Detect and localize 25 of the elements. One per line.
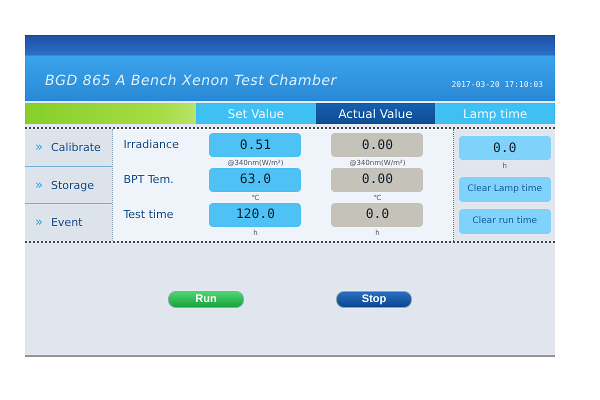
clear-button[interactable]: Clear run time	[458, 208, 551, 234]
actual-value-field: 0.00	[331, 168, 424, 192]
window-title: BGD 865 A Bench Xenon Test Chamber	[45, 73, 337, 89]
chevron-icon: »	[35, 140, 43, 155]
date-time: 2017-03-20 17:10:03	[451, 80, 543, 89]
parameter-label: Test time	[122, 206, 174, 221]
parameter-label: BPT Tem.	[122, 172, 175, 186]
clear-button[interactable]: Clear Lamp time	[458, 176, 551, 202]
actual-value-field: 0.00	[331, 133, 424, 158]
sidebar-item[interactable]: » Event	[25, 203, 112, 242]
set-value-field[interactable]: 0.51	[209, 133, 302, 158]
sidebar-label: Event	[50, 216, 82, 230]
stop-button[interactable]: Stop	[336, 290, 412, 308]
sidebar-label: Storage	[50, 178, 94, 192]
tab[interactable]: Actual Value	[316, 103, 436, 124]
chevron-icon: »	[35, 215, 43, 230]
set-value-field[interactable]: 63.0	[209, 168, 302, 192]
chevron-icon: »	[35, 178, 43, 192]
set-value-field[interactable]: 120.0	[209, 202, 302, 227]
actual-value-field: 0.0	[331, 202, 424, 227]
sidebar-label: Calibrate	[50, 140, 101, 154]
sidebar-item[interactable]: » Calibrate	[25, 129, 112, 166]
sidebar-item[interactable]: » Storage	[25, 166, 112, 204]
parameter-label: Irradiance	[122, 137, 180, 152]
lamp-time-field: 0.0	[458, 136, 551, 160]
